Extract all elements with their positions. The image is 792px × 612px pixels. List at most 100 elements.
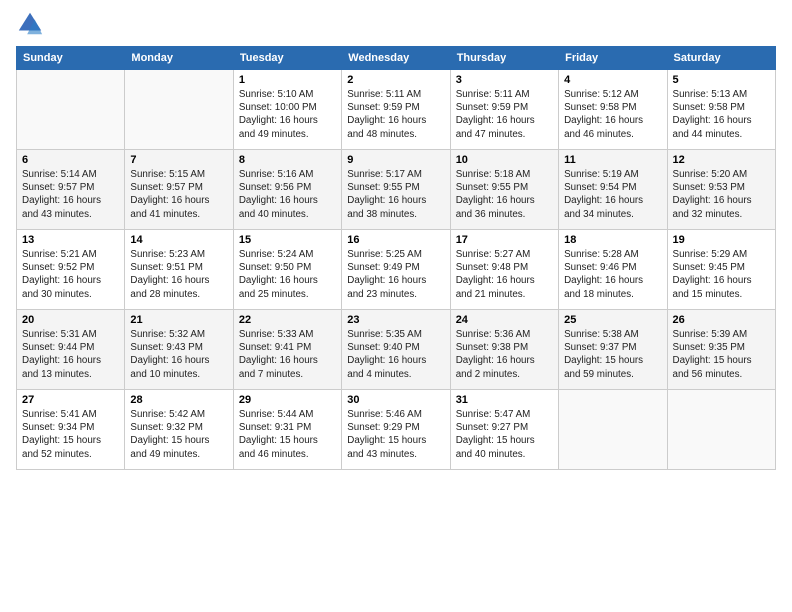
day-number: 12 <box>673 154 770 166</box>
page: SundayMondayTuesdayWednesdayThursdayFrid… <box>0 0 792 612</box>
calendar-day-cell: 5Sunrise: 5:13 AM Sunset: 9:58 PM Daylig… <box>667 70 775 150</box>
calendar-day-cell <box>667 390 775 470</box>
day-number: 11 <box>564 154 661 166</box>
day-info: Sunrise: 5:46 AM Sunset: 9:29 PM Dayligh… <box>347 408 444 461</box>
calendar-day-cell: 31 Sunrise: 5:47 AM Sunset: 9:27 PM Dayli… <box>450 390 558 470</box>
day-info: Sunrise: 5:35 AM Sunset: 9:40 PM Dayligh… <box>347 328 444 381</box>
calendar-day-cell: 25 Sunrise: 5:38 AM Sunset: 9:37 PM Dayli… <box>559 310 667 390</box>
calendar-week-row: 6Sunrise: 5:14 AM Sunset: 9:57 PM Daylig… <box>17 150 776 230</box>
calendar-week-row: 20Sunrise: 5:31 AM Sunset: 9:44 PM Dayli… <box>17 310 776 390</box>
day-number: 26 <box>673 314 770 326</box>
day-number: 2 <box>347 74 444 86</box>
day-info: Sunrise: 5:41 AM Sunset: 9:34 PM Dayligh… <box>22 408 119 461</box>
day-number: 10 <box>456 154 553 166</box>
day-number: 30 <box>347 394 444 406</box>
day-info: Sunrise: 5:11 AM Sunset: 9:59 PM Dayligh… <box>456 88 553 141</box>
day-number: 8 <box>239 154 336 166</box>
day-info: Sunrise: 5:14 AM Sunset: 9:57 PM Dayligh… <box>22 168 119 221</box>
day-info: Sunrise: 5:19 AM Sunset: 9:54 PM Dayligh… <box>564 168 661 221</box>
weekday-header: Wednesday <box>342 47 450 70</box>
day-number: 17 <box>456 234 553 246</box>
day-number: 25 <box>564 314 661 326</box>
weekday-header: Friday <box>559 47 667 70</box>
day-number: 14 <box>130 234 227 246</box>
calendar-day-cell: 24Sunrise: 5:36 AM Sunset: 9:38 PM Dayli… <box>450 310 558 390</box>
day-number: 16 <box>347 234 444 246</box>
weekday-header: Sunday <box>17 47 125 70</box>
day-info: Sunrise: 5:20 AM Sunset: 9:53 PM Dayligh… <box>673 168 770 221</box>
calendar-day-cell: 22Sunrise: 5:33 AM Sunset: 9:41 PM Dayli… <box>233 310 341 390</box>
weekday-header: Monday <box>125 47 233 70</box>
day-number: 27 <box>22 394 119 406</box>
day-info: Sunrise: 5:28 AM Sunset: 9:46 PM Dayligh… <box>564 248 661 301</box>
day-info: Sunrise: 5:11 AM Sunset: 9:59 PM Dayligh… <box>347 88 444 141</box>
calendar-table: SundayMondayTuesdayWednesdayThursdayFrid… <box>16 46 776 470</box>
day-number: 7 <box>130 154 227 166</box>
day-info: Sunrise: 5:21 AM Sunset: 9:52 PM Dayligh… <box>22 248 119 301</box>
day-number: 29 <box>239 394 336 406</box>
day-info: Sunrise: 5:38 AM Sunset: 9:37 PM Dayligh… <box>564 328 661 381</box>
calendar-day-cell: 12 Sunrise: 5:20 AM Sunset: 9:53 PM Dayli… <box>667 150 775 230</box>
day-number: 13 <box>22 234 119 246</box>
calendar-day-cell: 7 Sunrise: 5:15 AM Sunset: 9:57 PM Daylig… <box>125 150 233 230</box>
day-info: Sunrise: 5:25 AM Sunset: 9:49 PM Dayligh… <box>347 248 444 301</box>
calendar-day-cell: 8 Sunrise: 5:16 AM Sunset: 9:56 PM Daylig… <box>233 150 341 230</box>
day-info: Sunrise: 5:16 AM Sunset: 9:56 PM Dayligh… <box>239 168 336 221</box>
calendar-day-cell: 19Sunrise: 5:29 AM Sunset: 9:45 PM Dayli… <box>667 230 775 310</box>
calendar-week-row: 13 Sunrise: 5:21 AM Sunset: 9:52 PM Dayli… <box>17 230 776 310</box>
weekday-header: Thursday <box>450 47 558 70</box>
calendar-day-cell: 29 Sunrise: 5:44 AM Sunset: 9:31 PM Dayli… <box>233 390 341 470</box>
day-number: 1 <box>239 74 336 86</box>
calendar-day-cell: 28 Sunrise: 5:42 AM Sunset: 9:32 PM Dayli… <box>125 390 233 470</box>
day-info: Sunrise: 5:15 AM Sunset: 9:57 PM Dayligh… <box>130 168 227 221</box>
day-info: Sunrise: 5:18 AM Sunset: 9:55 PM Dayligh… <box>456 168 553 221</box>
calendar-day-cell: 1 Sunrise: 5:10 AM Sunset: 10:00 PM Dayli… <box>233 70 341 150</box>
calendar-day-cell: 15 Sunrise: 5:24 AM Sunset: 9:50 PM Dayli… <box>233 230 341 310</box>
calendar-day-cell: 27 Sunrise: 5:41 AM Sunset: 9:34 PM Dayli… <box>17 390 125 470</box>
day-number: 3 <box>456 74 553 86</box>
calendar-day-cell: 30 Sunrise: 5:46 AM Sunset: 9:29 PM Dayli… <box>342 390 450 470</box>
calendar-day-cell: 9 Sunrise: 5:17 AM Sunset: 9:55 PM Daylig… <box>342 150 450 230</box>
day-number: 22 <box>239 314 336 326</box>
day-number: 15 <box>239 234 336 246</box>
calendar-day-cell: 2 Sunrise: 5:11 AM Sunset: 9:59 PM Daylig… <box>342 70 450 150</box>
calendar-day-cell: 18 Sunrise: 5:28 AM Sunset: 9:46 PM Dayli… <box>559 230 667 310</box>
day-number: 18 <box>564 234 661 246</box>
calendar-day-cell: 11 Sunrise: 5:19 AM Sunset: 9:54 PM Dayli… <box>559 150 667 230</box>
day-number: 23 <box>347 314 444 326</box>
calendar-day-cell: 21Sunrise: 5:32 AM Sunset: 9:43 PM Dayli… <box>125 310 233 390</box>
calendar-day-cell: 23 Sunrise: 5:35 AM Sunset: 9:40 PM Dayli… <box>342 310 450 390</box>
day-info: Sunrise: 5:39 AM Sunset: 9:35 PM Dayligh… <box>673 328 770 381</box>
calendar-week-row: 27 Sunrise: 5:41 AM Sunset: 9:34 PM Dayli… <box>17 390 776 470</box>
calendar-day-cell: 10 Sunrise: 5:18 AM Sunset: 9:55 PM Dayli… <box>450 150 558 230</box>
calendar-header-row: SundayMondayTuesdayWednesdayThursdayFrid… <box>17 47 776 70</box>
day-info: Sunrise: 5:27 AM Sunset: 9:48 PM Dayligh… <box>456 248 553 301</box>
day-info: Sunrise: 5:47 AM Sunset: 9:27 PM Dayligh… <box>456 408 553 461</box>
calendar-day-cell: 17 Sunrise: 5:27 AM Sunset: 9:48 PM Dayli… <box>450 230 558 310</box>
calendar-day-cell: 14 Sunrise: 5:23 AM Sunset: 9:51 PM Dayli… <box>125 230 233 310</box>
day-info: Sunrise: 5:42 AM Sunset: 9:32 PM Dayligh… <box>130 408 227 461</box>
day-info: Sunrise: 5:17 AM Sunset: 9:55 PM Dayligh… <box>347 168 444 221</box>
day-number: 31 <box>456 394 553 406</box>
day-number: 19 <box>673 234 770 246</box>
calendar-day-cell <box>125 70 233 150</box>
calendar-day-cell: 26 Sunrise: 5:39 AM Sunset: 9:35 PM Dayli… <box>667 310 775 390</box>
day-number: 28 <box>130 394 227 406</box>
header <box>16 10 776 38</box>
calendar-day-cell: 6Sunrise: 5:14 AM Sunset: 9:57 PM Daylig… <box>17 150 125 230</box>
logo-icon <box>16 10 44 38</box>
day-info: Sunrise: 5:24 AM Sunset: 9:50 PM Dayligh… <box>239 248 336 301</box>
day-info: Sunrise: 5:12 AM Sunset: 9:58 PM Dayligh… <box>564 88 661 141</box>
day-number: 9 <box>347 154 444 166</box>
day-info: Sunrise: 5:44 AM Sunset: 9:31 PM Dayligh… <box>239 408 336 461</box>
day-info: Sunrise: 5:10 AM Sunset: 10:00 PM Daylig… <box>239 88 336 141</box>
weekday-header: Tuesday <box>233 47 341 70</box>
calendar-day-cell: 4Sunrise: 5:12 AM Sunset: 9:58 PM Daylig… <box>559 70 667 150</box>
day-info: Sunrise: 5:13 AM Sunset: 9:58 PM Dayligh… <box>673 88 770 141</box>
calendar-day-cell <box>559 390 667 470</box>
day-info: Sunrise: 5:23 AM Sunset: 9:51 PM Dayligh… <box>130 248 227 301</box>
calendar-week-row: 1 Sunrise: 5:10 AM Sunset: 10:00 PM Dayli… <box>17 70 776 150</box>
logo <box>16 10 48 38</box>
calendar-day-cell <box>17 70 125 150</box>
calendar-day-cell: 16 Sunrise: 5:25 AM Sunset: 9:49 PM Dayli… <box>342 230 450 310</box>
